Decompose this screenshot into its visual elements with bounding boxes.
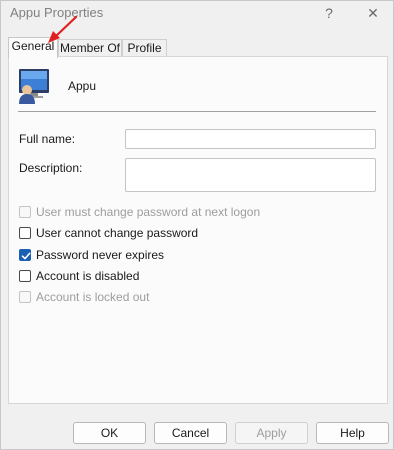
help-button[interactable]: Help	[316, 422, 389, 444]
apply-button[interactable]: Apply	[235, 422, 308, 444]
ok-button[interactable]: OK	[73, 422, 146, 444]
checkbox-account-locked-out[interactable]	[19, 291, 31, 303]
option-label: Password never expires	[36, 248, 165, 262]
properties-dialog: Appu Properties ? ✕ General Member Of Pr…	[0, 0, 394, 450]
checkbox-account-disabled[interactable]	[19, 270, 31, 282]
option-label: User must change password at next logon	[36, 205, 261, 219]
description-input[interactable]	[125, 158, 376, 192]
description-label: Description:	[19, 161, 83, 175]
user-name: Appu	[68, 79, 97, 93]
checkbox-password-never-expires[interactable]	[19, 249, 31, 261]
cancel-button[interactable]: Cancel	[154, 422, 227, 444]
checkbox-must-change-password[interactable]	[19, 206, 31, 218]
full-name-label: Full name:	[19, 132, 76, 146]
user-computer-icon	[19, 69, 49, 104]
close-icon[interactable]: ✕	[359, 2, 387, 24]
option-label: Account is disabled	[36, 269, 140, 283]
general-tab-panel: Appu Full name: Description: User must c…	[8, 56, 388, 404]
annotation-arrow-icon	[48, 15, 78, 43]
tab-profile[interactable]: Profile	[122, 39, 167, 57]
help-icon[interactable]: ?	[315, 2, 343, 24]
checkbox-cannot-change-password[interactable]	[19, 227, 31, 239]
checkmark-icon	[21, 252, 31, 260]
option-label: User cannot change password	[36, 226, 199, 240]
divider	[18, 111, 376, 112]
option-label: Account is locked out	[36, 290, 150, 304]
full-name-input[interactable]	[125, 129, 376, 149]
